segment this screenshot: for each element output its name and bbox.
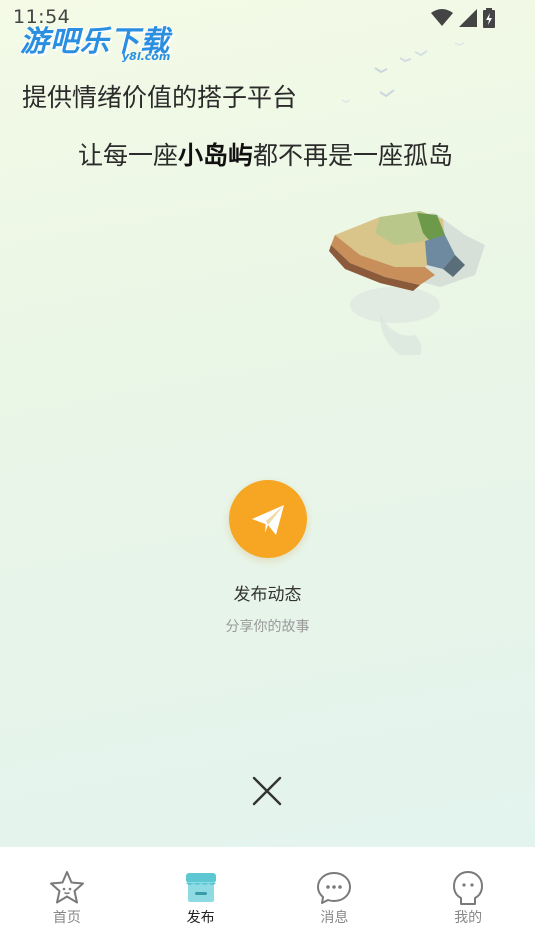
tab-publish-label: 发布 [186, 910, 215, 926]
headline-primary: 提供情绪价值的搭子平台 [22, 83, 298, 112]
publish-subtitle: 分享你的故事 [225, 619, 310, 635]
shop-icon [182, 869, 220, 907]
island-illustration [329, 211, 485, 355]
tab-profile-label: 我的 [454, 910, 483, 926]
publish-button[interactable] [229, 480, 307, 558]
birds-illustration [341, 42, 465, 103]
star-icon [48, 869, 86, 907]
status-icons [431, 8, 495, 28]
watermark-logo: 游吧乐下载 y8l.com [20, 18, 171, 63]
paper-plane-icon [252, 505, 284, 535]
headline-prefix: 让每一座 [78, 141, 179, 170]
tab-profile[interactable]: 我的 [401, 847, 535, 951]
face-icon [449, 869, 487, 907]
tab-home-label: 首页 [52, 910, 81, 926]
chat-bubble-icon [315, 869, 353, 907]
headline-highlight: 小岛屿 [178, 141, 254, 170]
tab-publish[interactable]: 发布 [134, 847, 268, 951]
headline-suffix: 都不再是一座孤岛 [253, 141, 454, 170]
headline-secondary: 让每一座小岛屿都不再是一座孤岛 [78, 136, 453, 172]
tab-messages-label: 消息 [320, 910, 349, 926]
bottom-tab-bar: 首页 发布 消息 我的 [0, 847, 535, 951]
battery-icon [483, 8, 495, 28]
tab-home[interactable]: 首页 [0, 847, 134, 951]
tab-messages[interactable]: 消息 [268, 847, 402, 951]
watermark-domain: y8l.com [122, 50, 171, 63]
wifi-icon [431, 9, 453, 26]
signal-icon [459, 9, 477, 27]
publish-label[interactable]: 发布动态 [0, 580, 535, 605]
close-icon[interactable] [250, 774, 284, 808]
